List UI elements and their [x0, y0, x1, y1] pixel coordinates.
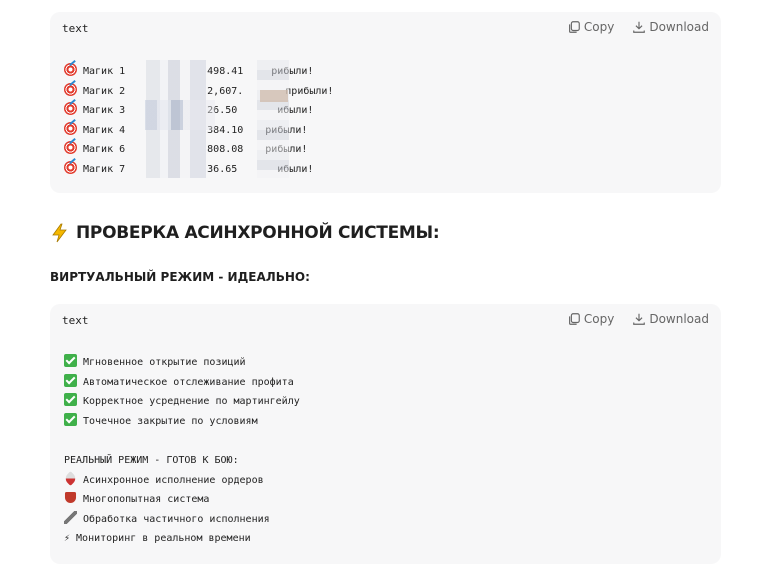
copy-button[interactable]: Copy [567, 20, 614, 34]
checkmark-icon [64, 393, 77, 407]
status-code: Мгновенное открытие позиций Автоматическ… [63, 353, 300, 549]
copy-icon [568, 313, 580, 325]
magic-name: Магик 4 [83, 124, 126, 136]
target-icon [64, 141, 77, 155]
copy-label: Copy [583, 312, 615, 326]
target-icon [64, 160, 77, 174]
profit-suffix: прибыли! [285, 85, 334, 97]
check-text: Точечное закрытие по условиям [83, 415, 258, 427]
real-item-text: Многопопытная система [83, 494, 210, 506]
real-item: ⚡ Мониторинг в реальном времени [64, 529, 300, 549]
checkmark-icon [64, 412, 77, 426]
profit-value: 2,607. [207, 85, 244, 97]
code-actions: Copy Download [567, 312, 709, 326]
code-block-results: text Copy Download Магик 1 498.41 рибыли! … [50, 12, 721, 193]
check-text: Автоматическое отслеживание профита [83, 376, 294, 388]
code-language-label: text [62, 314, 89, 327]
redaction-block [260, 90, 288, 102]
lightning-icon [52, 223, 67, 243]
heading-text: ПРОВЕРКА АСИНХРОННОЙ СИСТЕМЫ: [76, 223, 440, 243]
check-line: Автоматическое отслеживание профита [64, 373, 300, 393]
check-line: Мгновенное открытие позиций [64, 353, 300, 373]
download-label: Download [649, 20, 709, 34]
magic-name: Магик 6 [83, 144, 126, 156]
rocket-icon [63, 470, 78, 486]
checkmark-icon [64, 373, 77, 387]
real-item-text: ⚡ Мониторинг в реальном времени [64, 533, 251, 545]
magic-name: Магик 7 [83, 163, 126, 175]
check-text: Корректное усреднение по мартингейлу [83, 396, 300, 408]
target-icon [64, 63, 77, 76]
target-icon [64, 121, 77, 135]
profit-value: 36.65 [207, 163, 238, 175]
subheading: ВИРТУАЛЬНЫЙ РЕЖИМ - ИДЕАЛЬНО: [50, 270, 310, 284]
shield-icon [64, 492, 77, 504]
real-mode-title: РЕАЛЬНЫЙ РЕЖИМ - ГОТОВ К БОЮ: [64, 454, 239, 466]
real-item-text: Асинхронное исполнение ордеров [83, 474, 264, 486]
profit-value: 808.08 [207, 144, 244, 156]
check-line: Точечное закрытие по условиям [64, 412, 300, 432]
real-item: Многопопытная система [64, 490, 300, 510]
real-item: Обработка частичного исполнения [64, 510, 300, 530]
copy-button[interactable]: Copy [567, 312, 614, 326]
redaction-block [145, 100, 215, 130]
download-button[interactable]: Download [632, 312, 709, 326]
real-item: Асинхронное исполнение ордеров [63, 470, 300, 491]
copy-label: Copy [583, 20, 615, 34]
download-icon [633, 313, 646, 325]
code-actions: Copy Download [567, 20, 709, 34]
magic-name: Магик 3 [83, 105, 126, 117]
copy-icon [568, 21, 580, 33]
code-block-status: text Copy Download Мгновенное открытие п… [50, 304, 721, 564]
checkmark-icon [64, 354, 77, 367]
section-heading: ПРОВЕРКА АСИНХРОННОЙ СИСТЕМЫ: [50, 223, 440, 243]
target-icon [64, 82, 77, 96]
profit-value: 498.41 [207, 66, 244, 77]
download-icon [633, 21, 646, 33]
redaction-block [257, 60, 289, 178]
target-icon [64, 102, 77, 116]
check-text: Мгновенное открытие позиций [83, 357, 246, 368]
code-language-label: text [62, 22, 89, 35]
real-item-text: Обработка частичного исполнения [83, 513, 270, 525]
wrench-icon [64, 510, 77, 524]
magic-name: Магик 1 [83, 66, 126, 77]
download-label: Download [649, 312, 709, 326]
check-line: Корректное усреднение по мартингейлу [64, 392, 300, 412]
download-button[interactable]: Download [632, 20, 709, 34]
magic-name: Магик 2 [83, 85, 126, 97]
